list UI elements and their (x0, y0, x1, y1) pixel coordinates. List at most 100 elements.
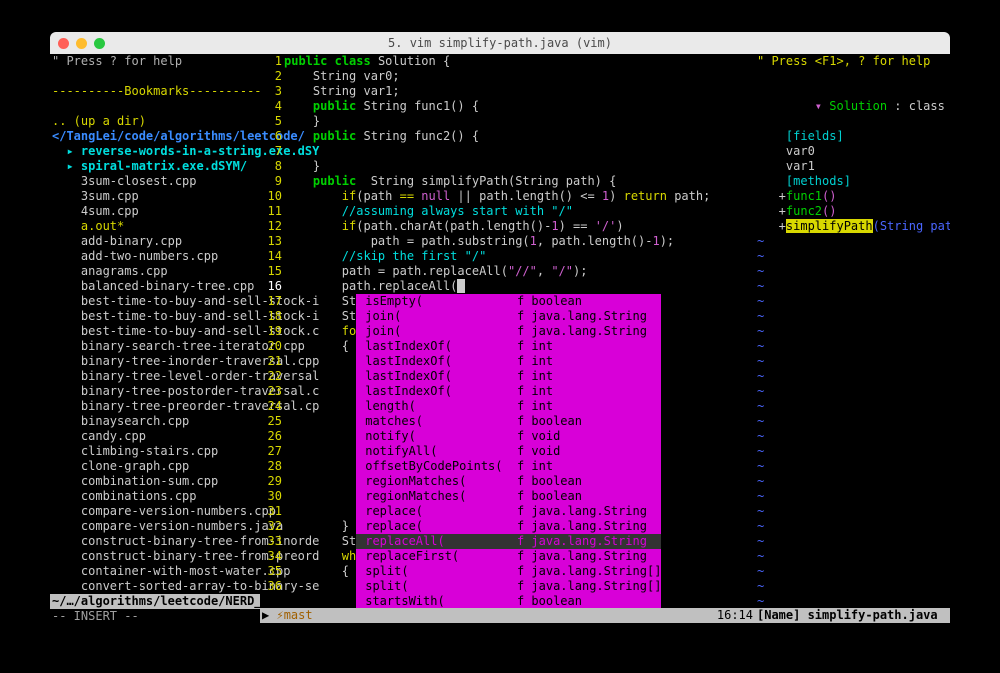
nerdtree-file[interactable]: anagrams.cpp (50, 264, 260, 279)
completion-item[interactable]: lastIndexOf( f int (356, 384, 661, 399)
tagbar-method[interactable]: +simplifyPath(String path) (755, 219, 950, 234)
nerdtree-file[interactable]: container-with-most-water.cpp (50, 564, 260, 579)
tagbar-methods-header[interactable]: [methods] (755, 174, 950, 189)
code-line[interactable]: 12 if(path.charAt(path.length()-1) == '/… (260, 219, 755, 234)
line-number: 9 (260, 174, 284, 189)
nerdtree-file[interactable]: combination-sum.cpp (50, 474, 260, 489)
code-line[interactable]: 7 (260, 144, 755, 159)
code-text: } (284, 114, 320, 129)
tagbar-field[interactable]: var0 (755, 144, 950, 159)
nerdtree-file[interactable]: compare-version-numbers.cpp (50, 504, 260, 519)
completion-item[interactable]: replaceFirst( f java.lang.String (356, 549, 661, 564)
nerdtree-cwd[interactable]: </TangLei/code/algorithms/leetcode/ (50, 129, 260, 144)
nerdtree-file[interactable]: binary-tree-inorder-traversal.cpp (50, 354, 260, 369)
code-line[interactable]: 11 //assuming always start with "/" (260, 204, 755, 219)
completion-item[interactable]: regionMatches( f boolean (356, 474, 661, 489)
nerdtree-dir[interactable]: ▸ spiral-matrix.exe.dSYM/ (50, 159, 260, 174)
nerdtree-file[interactable]: 3sum-closest.cpp (50, 174, 260, 189)
nerdtree-file[interactable]: binary-tree-level-order-traversal (50, 369, 260, 384)
line-number: 24 (260, 399, 284, 414)
completion-item[interactable]: split( f java.lang.String[] (356, 579, 661, 594)
code-pane[interactable]: 1public class Solution {2 String var0;3 … (260, 54, 755, 638)
nerdtree-pane[interactable]: " Press ? for help ----------Bookmarks--… (50, 54, 260, 638)
nerdtree-dir[interactable]: ▸ reverse-words-in-a-string.exe.dSY (50, 144, 260, 159)
nerdtree-file[interactable]: compare-version-numbers.java (50, 519, 260, 534)
completion-item[interactable]: replace( f java.lang.String (356, 504, 661, 519)
completion-item[interactable]: lastIndexOf( f int (356, 339, 661, 354)
nerdtree-file[interactable]: construct-binary-tree-from-preord (50, 549, 260, 564)
completion-item[interactable]: notify( f void (356, 429, 661, 444)
nerdtree-file[interactable]: binary-search-tree-iterator.cpp (50, 339, 260, 354)
nerdtree-file[interactable]: best-time-to-buy-and-sell-stock-i (50, 309, 260, 324)
line-number: 3 (260, 84, 284, 99)
completion-popup[interactable]: isEmpty( f boolean join( f java.lang.Str… (356, 294, 661, 609)
empty-line-marker: ~ (755, 384, 950, 399)
nerdtree-file[interactable]: candy.cpp (50, 429, 260, 444)
code-line[interactable]: 15 path = path.replaceAll("//", "/"); (260, 264, 755, 279)
completion-item[interactable]: join( f java.lang.String (356, 324, 661, 339)
completion-item[interactable]: lastIndexOf( f int (356, 369, 661, 384)
completion-item[interactable]: replace( f java.lang.String (356, 519, 661, 534)
code-line[interactable]: 2 String var0; (260, 69, 755, 84)
nerdtree-file[interactable]: best-time-to-buy-and-sell-stock-i (50, 294, 260, 309)
code-line[interactable]: 4 public String func1() { (260, 99, 755, 114)
code-line[interactable]: 9 public String simplifyPath(String path… (260, 174, 755, 189)
nerdtree-file[interactable]: a.out* (50, 219, 260, 234)
tagbar-method[interactable]: +func2() (755, 204, 950, 219)
tagbar-method[interactable]: +func1() (755, 189, 950, 204)
cursor-position: 16:14 (717, 608, 753, 623)
completion-item[interactable]: lastIndexOf( f int (356, 354, 661, 369)
nerdtree-file[interactable]: convert-sorted-array-to-binary-se (50, 579, 260, 594)
code-line[interactable]: 6 public String func2() { (260, 129, 755, 144)
tagbar-fields-header[interactable]: [fields] (755, 129, 950, 144)
completion-item[interactable]: replaceAll( f java.lang.String (356, 534, 661, 549)
nerdtree-file[interactable]: 4sum.cpp (50, 204, 260, 219)
completion-item[interactable]: regionMatches( f boolean (356, 489, 661, 504)
completion-item[interactable]: offsetByCodePoints( f int (356, 459, 661, 474)
empty-line-marker: ~ (755, 564, 950, 579)
completion-item[interactable]: isEmpty( f boolean (356, 294, 661, 309)
completion-item[interactable]: join( f java.lang.String (356, 309, 661, 324)
code-line[interactable]: 3 String var1; (260, 84, 755, 99)
line-number: 15 (260, 264, 284, 279)
nerdtree-file[interactable]: balanced-binary-tree.cpp (50, 279, 260, 294)
nerdtree-file[interactable]: binary-tree-preorder-traversal.cp (50, 399, 260, 414)
empty-line-marker: ~ (755, 354, 950, 369)
tagbar-class[interactable]: ▾ Solution : class (755, 84, 950, 129)
tagbar-field[interactable]: var1 (755, 159, 950, 174)
code-line[interactable]: 5 } (260, 114, 755, 129)
empty-line-marker: ~ (755, 519, 950, 534)
empty-line-marker: ~ (755, 414, 950, 429)
line-number: 17 (260, 294, 284, 309)
fold-open-icon[interactable]: ▾ (815, 99, 829, 113)
code-text: { (284, 339, 349, 354)
completion-item[interactable]: split( f java.lang.String[] (356, 564, 661, 579)
code-line[interactable]: 8 } (260, 159, 755, 174)
nerdtree-file[interactable]: 3sum.cpp (50, 189, 260, 204)
code-line[interactable]: 16 path.replaceAll( (260, 279, 755, 294)
line-number: 26 (260, 429, 284, 444)
line-number: 10 (260, 189, 284, 204)
code-line[interactable]: 10 if(path == null || path.length() <= 1… (260, 189, 755, 204)
empty-line-marker: ~ (755, 444, 950, 459)
completion-item[interactable]: notifyAll( f void (356, 444, 661, 459)
nerdtree-file[interactable]: climbing-stairs.cpp (50, 444, 260, 459)
code-line[interactable]: 14 //skip the first "/" (260, 249, 755, 264)
nerdtree-file[interactable]: add-two-numbers.cpp (50, 249, 260, 264)
tagbar-pane[interactable]: " Press <F1>, ? for help ▾ Solution : cl… (755, 54, 950, 638)
nerdtree-file[interactable]: add-binary.cpp (50, 234, 260, 249)
nerdtree-file[interactable]: binary-tree-postorder-traversal.c (50, 384, 260, 399)
nerdtree-file[interactable]: binaysearch.cpp (50, 414, 260, 429)
nerdtree-file[interactable]: best-time-to-buy-and-sell-stock.c (50, 324, 260, 339)
code-line[interactable]: 1public class Solution { (260, 54, 755, 69)
completion-item[interactable]: matches( f boolean (356, 414, 661, 429)
nerdtree-updir[interactable]: .. (up a dir) (50, 114, 260, 129)
completion-item[interactable]: length( f int (356, 399, 661, 414)
code-line[interactable]: 13 path = path.substring(1, path.length(… (260, 234, 755, 249)
completion-item[interactable]: startsWith( f boolean (356, 594, 661, 609)
line-number: 2 (260, 69, 284, 84)
nerdtree-file[interactable]: clone-graph.cpp (50, 459, 260, 474)
nerdtree-file[interactable]: construct-binary-tree-from-inorde (50, 534, 260, 549)
nerdtree-file[interactable]: combinations.cpp (50, 489, 260, 504)
code-text: public String func2() { (284, 129, 479, 144)
